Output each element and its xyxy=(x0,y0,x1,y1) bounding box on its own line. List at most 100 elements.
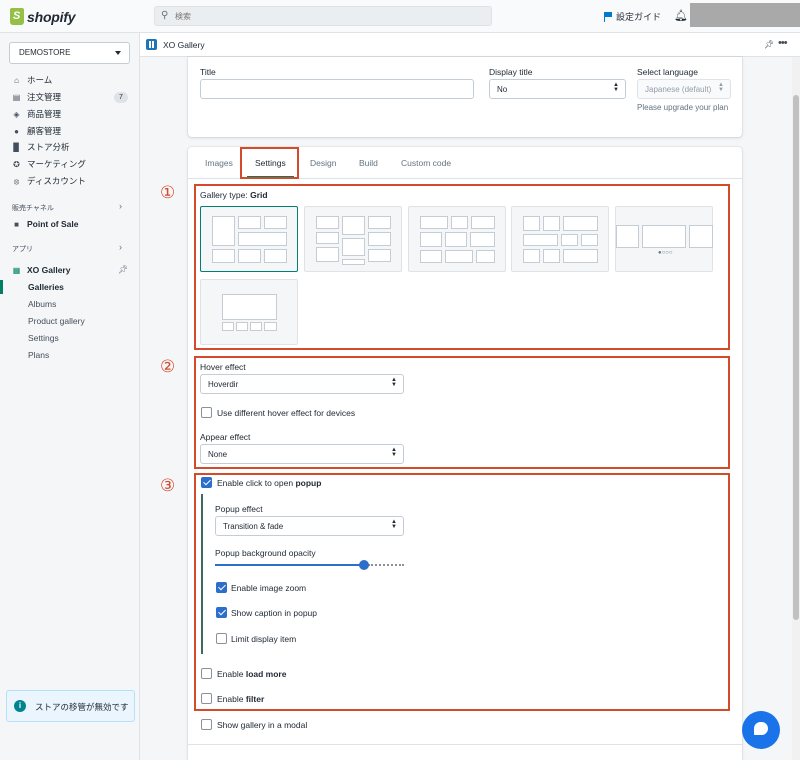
store-selector[interactable]: DEMOSTORE xyxy=(9,42,130,64)
show-caption-checkbox[interactable] xyxy=(216,607,227,618)
layout-block xyxy=(420,216,448,229)
layout-block xyxy=(238,249,261,263)
layout-block xyxy=(264,216,287,229)
sidebar-subitem-galleries[interactable]: Galleries xyxy=(28,282,64,292)
shopify-logo[interactable]: shopify xyxy=(10,8,76,25)
appear-effect-label: Appear effect xyxy=(200,432,251,442)
layout-block xyxy=(471,216,495,229)
account-menu[interactable] xyxy=(690,3,800,27)
title-input[interactable] xyxy=(200,79,474,99)
layout-option-slider-thumbnails[interactable] xyxy=(200,279,298,345)
bell-icon[interactable]: 🔔︎ xyxy=(674,9,688,22)
layout-option-mosaic[interactable] xyxy=(511,206,609,272)
tab-build[interactable]: Build xyxy=(359,158,378,168)
search-bar[interactable]: ⚲ xyxy=(154,6,492,26)
chat-bubble-icon[interactable] xyxy=(742,711,780,749)
shopify-bag-icon xyxy=(10,8,24,25)
chevron-right-icon[interactable]: › xyxy=(119,242,122,252)
layout-block xyxy=(264,249,287,263)
sidebar-item-products[interactable]: ◈ 商品管理 xyxy=(12,107,61,121)
layout-option-masonry[interactable] xyxy=(304,206,402,272)
more-options-icon[interactable]: ••• xyxy=(778,37,788,49)
store-name: DEMOSTORE xyxy=(19,48,71,57)
sidebar-item-label: 注文管理 xyxy=(27,92,62,102)
active-indicator xyxy=(0,280,3,294)
pin-icon[interactable]: 📌︎ xyxy=(118,265,128,274)
popup-effect-select[interactable]: Transition & fade ▲ ▼ xyxy=(215,516,404,536)
layout-option-slider[interactable]: ●○○○ xyxy=(615,206,713,272)
layout-block xyxy=(420,250,442,263)
display-title-label: Display title xyxy=(489,67,533,77)
app-icon: ▦ xyxy=(12,265,21,275)
layout-block xyxy=(581,234,598,246)
opacity-slider-remaining[interactable] xyxy=(368,564,404,566)
sidebar-item-customers[interactable]: ● 顧客管理 xyxy=(12,124,61,138)
sidebar-item-marketing[interactable]: ✪ マーケティング xyxy=(12,157,86,171)
language-label: Select language xyxy=(637,67,698,77)
tab-design[interactable]: Design xyxy=(310,158,336,168)
opacity-slider-track[interactable] xyxy=(215,564,364,566)
xo-gallery-logo-icon xyxy=(146,39,157,50)
scrollbar-thumb[interactable] xyxy=(793,95,799,620)
sidebar-subitem-plans[interactable]: Plans xyxy=(28,350,49,360)
gallery-type-value: Grid xyxy=(250,190,268,200)
limit-display-checkbox[interactable] xyxy=(216,633,227,644)
display-title-select[interactable]: No ▲ ▼ xyxy=(489,79,626,99)
show-caption-label: Show caption in popup xyxy=(231,608,318,618)
layout-block xyxy=(238,216,261,229)
load-more-checkbox[interactable] xyxy=(201,668,212,679)
bar-chart-icon: ▉ xyxy=(13,142,20,152)
search-input[interactable] xyxy=(175,9,475,23)
sidebar-subitem-albums[interactable]: Albums xyxy=(28,299,56,309)
sidebar-subitem-product-gallery[interactable]: Product gallery xyxy=(28,316,85,326)
opacity-slider-handle[interactable] xyxy=(359,560,369,570)
discount-icon: ⦻ xyxy=(13,176,20,186)
layout-block xyxy=(236,322,248,331)
orders-icon: ▤ xyxy=(12,92,21,102)
pin-icon[interactable]: 📌︎ xyxy=(764,40,774,49)
sidebar-item-orders[interactable]: ▤ 注文管理 xyxy=(12,90,61,104)
show-modal-checkbox[interactable] xyxy=(201,719,212,730)
sidebar-item-point-of-sale[interactable]: ■ Point of Sale xyxy=(12,217,78,231)
sidebar-item-label: 顧客管理 xyxy=(27,126,62,136)
layout-block xyxy=(212,216,235,246)
appear-effect-value: None xyxy=(208,450,228,459)
annotation-marker-1: ① xyxy=(160,183,176,203)
tab-images[interactable]: Images xyxy=(205,158,233,168)
layout-block xyxy=(523,249,540,263)
limit-display-label: Limit display item xyxy=(231,634,297,644)
store-transfer-notice: i ストアの移管が無効です xyxy=(6,690,135,722)
sidebar-item-home[interactable]: ⌂ ホーム xyxy=(12,73,52,87)
hover-effect-label: Hover effect xyxy=(200,362,246,372)
filter-checkbox[interactable] xyxy=(201,693,212,704)
setup-guide-button[interactable]: 設定ガイド xyxy=(604,10,661,23)
load-more-prefix: Enable xyxy=(217,669,246,679)
layout-option-grid[interactable] xyxy=(200,206,298,272)
sidebar-item-xo-gallery[interactable]: ▦ XO Gallery xyxy=(12,263,71,277)
tab-custom-code[interactable]: Custom code xyxy=(401,158,451,168)
sidebar-item-label: XO Gallery xyxy=(27,265,71,275)
language-help-text: Please upgrade your plan xyxy=(637,103,729,112)
hover-effect-select[interactable]: Hoverdir ▲ ▼ xyxy=(200,374,404,394)
layout-option-justified[interactable] xyxy=(408,206,506,272)
sidebar-subitem-settings[interactable]: Settings xyxy=(28,333,59,343)
section-divider xyxy=(188,744,742,745)
layout-block xyxy=(238,232,287,246)
layout-block xyxy=(342,238,365,256)
annotation-marker-3: ③ xyxy=(160,476,176,496)
sidebar-item-analytics[interactable]: ▉ ストア分析 xyxy=(12,140,69,154)
annotation-marker-2: ② xyxy=(160,357,176,377)
layout-block xyxy=(523,234,558,246)
layout-block xyxy=(222,294,277,320)
layout-block xyxy=(342,259,365,265)
language-select[interactable]: Japanese (default) ▲ ▼ xyxy=(637,79,731,99)
hover-devices-checkbox[interactable] xyxy=(201,407,212,418)
image-zoom-checkbox[interactable] xyxy=(216,582,227,593)
sidebar-item-label: Point of Sale xyxy=(27,219,79,229)
enable-popup-checkbox[interactable] xyxy=(201,477,212,488)
sidebar-item-discounts[interactable]: ⦻ ディスカウント xyxy=(12,174,86,188)
chevron-right-icon[interactable]: › xyxy=(119,201,122,211)
sidebar-item-label: マーケティング xyxy=(27,159,86,169)
app-title: XO Gallery xyxy=(163,40,205,50)
appear-effect-select[interactable]: None ▲ ▼ xyxy=(200,444,404,464)
